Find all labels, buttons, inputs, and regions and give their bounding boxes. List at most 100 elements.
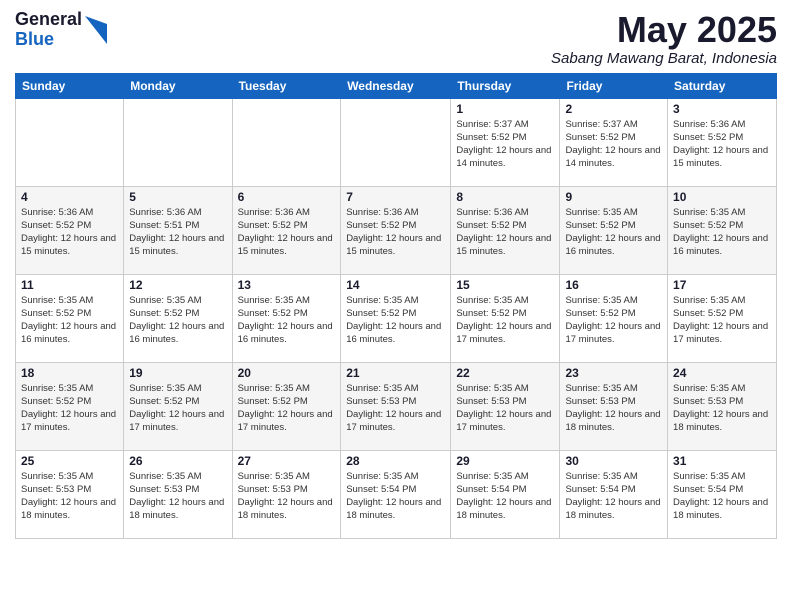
day-number: 13 xyxy=(238,278,336,292)
header-tuesday: Tuesday xyxy=(232,73,341,98)
logo-text: General Blue xyxy=(15,10,82,50)
day-info: Sunrise: 5:35 AMSunset: 5:54 PMDaylight:… xyxy=(346,471,441,522)
calendar-cell xyxy=(341,98,451,186)
day-info: Sunrise: 5:35 AMSunset: 5:52 PMDaylight:… xyxy=(565,295,660,346)
calendar-cell: 7 Sunrise: 5:36 AMSunset: 5:52 PMDayligh… xyxy=(341,186,451,274)
day-number: 7 xyxy=(346,190,445,204)
day-number: 14 xyxy=(346,278,445,292)
day-number: 12 xyxy=(129,278,226,292)
day-number: 17 xyxy=(673,278,771,292)
calendar-cell: 31 Sunrise: 5:35 AMSunset: 5:54 PMDaylig… xyxy=(668,450,777,538)
day-info: Sunrise: 5:35 AMSunset: 5:52 PMDaylight:… xyxy=(673,295,768,346)
day-info: Sunrise: 5:35 AMSunset: 5:52 PMDaylight:… xyxy=(565,207,660,258)
day-info: Sunrise: 5:35 AMSunset: 5:52 PMDaylight:… xyxy=(456,295,551,346)
day-info: Sunrise: 5:35 AMSunset: 5:53 PMDaylight:… xyxy=(238,471,333,522)
header-sunday: Sunday xyxy=(16,73,124,98)
calendar-cell: 27 Sunrise: 5:35 AMSunset: 5:53 PMDaylig… xyxy=(232,450,341,538)
calendar-cell: 29 Sunrise: 5:35 AMSunset: 5:54 PMDaylig… xyxy=(451,450,560,538)
day-number: 5 xyxy=(129,190,226,204)
header-saturday: Saturday xyxy=(668,73,777,98)
day-number: 2 xyxy=(565,102,662,116)
day-number: 18 xyxy=(21,366,118,380)
day-number: 24 xyxy=(673,366,771,380)
day-number: 4 xyxy=(21,190,118,204)
header-monday: Monday xyxy=(124,73,232,98)
calendar-cell xyxy=(232,98,341,186)
calendar-cell xyxy=(124,98,232,186)
day-number: 28 xyxy=(346,454,445,468)
day-info: Sunrise: 5:36 AMSunset: 5:51 PMDaylight:… xyxy=(129,207,224,258)
calendar-week-4: 18 Sunrise: 5:35 AMSunset: 5:52 PMDaylig… xyxy=(16,362,777,450)
day-number: 30 xyxy=(565,454,662,468)
day-info: Sunrise: 5:35 AMSunset: 5:53 PMDaylight:… xyxy=(21,471,116,522)
calendar-cell: 6 Sunrise: 5:36 AMSunset: 5:52 PMDayligh… xyxy=(232,186,341,274)
day-info: Sunrise: 5:35 AMSunset: 5:52 PMDaylight:… xyxy=(346,295,441,346)
day-info: Sunrise: 5:35 AMSunset: 5:52 PMDaylight:… xyxy=(673,207,768,258)
calendar-week-3: 11 Sunrise: 5:35 AMSunset: 5:52 PMDaylig… xyxy=(16,274,777,362)
calendar-cell: 21 Sunrise: 5:35 AMSunset: 5:53 PMDaylig… xyxy=(341,362,451,450)
day-info: Sunrise: 5:35 AMSunset: 5:52 PMDaylight:… xyxy=(21,383,116,434)
calendar-cell: 15 Sunrise: 5:35 AMSunset: 5:52 PMDaylig… xyxy=(451,274,560,362)
calendar-cell: 20 Sunrise: 5:35 AMSunset: 5:52 PMDaylig… xyxy=(232,362,341,450)
day-info: Sunrise: 5:36 AMSunset: 5:52 PMDaylight:… xyxy=(21,207,116,258)
calendar-cell: 8 Sunrise: 5:36 AMSunset: 5:52 PMDayligh… xyxy=(451,186,560,274)
day-info: Sunrise: 5:37 AMSunset: 5:52 PMDaylight:… xyxy=(456,119,551,170)
header-wednesday: Wednesday xyxy=(341,73,451,98)
calendar-week-5: 25 Sunrise: 5:35 AMSunset: 5:53 PMDaylig… xyxy=(16,450,777,538)
day-number: 21 xyxy=(346,366,445,380)
calendar-table: Sunday Monday Tuesday Wednesday Thursday… xyxy=(15,73,777,539)
day-number: 26 xyxy=(129,454,226,468)
calendar-cell: 19 Sunrise: 5:35 AMSunset: 5:52 PMDaylig… xyxy=(124,362,232,450)
day-info: Sunrise: 5:36 AMSunset: 5:52 PMDaylight:… xyxy=(673,119,768,170)
day-info: Sunrise: 5:35 AMSunset: 5:52 PMDaylight:… xyxy=(238,295,333,346)
calendar-cell: 16 Sunrise: 5:35 AMSunset: 5:52 PMDaylig… xyxy=(560,274,668,362)
day-info: Sunrise: 5:36 AMSunset: 5:52 PMDaylight:… xyxy=(238,207,333,258)
day-info: Sunrise: 5:35 AMSunset: 5:53 PMDaylight:… xyxy=(346,383,441,434)
day-number: 23 xyxy=(565,366,662,380)
day-number: 1 xyxy=(456,102,554,116)
day-number: 6 xyxy=(238,190,336,204)
day-number: 10 xyxy=(673,190,771,204)
day-info: Sunrise: 5:35 AMSunset: 5:54 PMDaylight:… xyxy=(673,471,768,522)
day-number: 29 xyxy=(456,454,554,468)
day-number: 9 xyxy=(565,190,662,204)
calendar-cell: 17 Sunrise: 5:35 AMSunset: 5:52 PMDaylig… xyxy=(668,274,777,362)
header-thursday: Thursday xyxy=(451,73,560,98)
weekday-header-row: Sunday Monday Tuesday Wednesday Thursday… xyxy=(16,73,777,98)
day-number: 20 xyxy=(238,366,336,380)
calendar-cell: 1 Sunrise: 5:37 AMSunset: 5:52 PMDayligh… xyxy=(451,98,560,186)
day-number: 27 xyxy=(238,454,336,468)
day-info: Sunrise: 5:36 AMSunset: 5:52 PMDaylight:… xyxy=(456,207,551,258)
day-info: Sunrise: 5:35 AMSunset: 5:54 PMDaylight:… xyxy=(456,471,551,522)
day-info: Sunrise: 5:36 AMSunset: 5:52 PMDaylight:… xyxy=(346,207,441,258)
day-number: 8 xyxy=(456,190,554,204)
calendar-cell: 23 Sunrise: 5:35 AMSunset: 5:53 PMDaylig… xyxy=(560,362,668,450)
header-friday: Friday xyxy=(560,73,668,98)
day-number: 11 xyxy=(21,278,118,292)
calendar-cell: 2 Sunrise: 5:37 AMSunset: 5:52 PMDayligh… xyxy=(560,98,668,186)
day-number: 19 xyxy=(129,366,226,380)
calendar-cell: 3 Sunrise: 5:36 AMSunset: 5:52 PMDayligh… xyxy=(668,98,777,186)
day-number: 25 xyxy=(21,454,118,468)
day-info: Sunrise: 5:35 AMSunset: 5:53 PMDaylight:… xyxy=(129,471,224,522)
calendar-cell: 18 Sunrise: 5:35 AMSunset: 5:52 PMDaylig… xyxy=(16,362,124,450)
day-info: Sunrise: 5:35 AMSunset: 5:53 PMDaylight:… xyxy=(565,383,660,434)
calendar-cell: 26 Sunrise: 5:35 AMSunset: 5:53 PMDaylig… xyxy=(124,450,232,538)
day-info: Sunrise: 5:37 AMSunset: 5:52 PMDaylight:… xyxy=(565,119,660,170)
day-info: Sunrise: 5:35 AMSunset: 5:52 PMDaylight:… xyxy=(238,383,333,434)
day-info: Sunrise: 5:35 AMSunset: 5:54 PMDaylight:… xyxy=(565,471,660,522)
header: General Blue May 2025 Sabang Mawang Bara… xyxy=(15,10,777,67)
calendar-cell: 28 Sunrise: 5:35 AMSunset: 5:54 PMDaylig… xyxy=(341,450,451,538)
calendar-cell: 9 Sunrise: 5:35 AMSunset: 5:52 PMDayligh… xyxy=(560,186,668,274)
logo: General Blue xyxy=(15,10,107,50)
calendar-cell: 12 Sunrise: 5:35 AMSunset: 5:52 PMDaylig… xyxy=(124,274,232,362)
location: Sabang Mawang Barat, Indonesia xyxy=(551,50,777,67)
calendar-cell: 11 Sunrise: 5:35 AMSunset: 5:52 PMDaylig… xyxy=(16,274,124,362)
day-info: Sunrise: 5:35 AMSunset: 5:52 PMDaylight:… xyxy=(129,295,224,346)
title-section: May 2025 Sabang Mawang Barat, Indonesia xyxy=(551,10,777,67)
calendar-cell: 24 Sunrise: 5:35 AMSunset: 5:53 PMDaylig… xyxy=(668,362,777,450)
logo-blue: Blue xyxy=(15,30,82,50)
calendar-cell: 5 Sunrise: 5:36 AMSunset: 5:51 PMDayligh… xyxy=(124,186,232,274)
day-number: 31 xyxy=(673,454,771,468)
calendar-week-2: 4 Sunrise: 5:36 AMSunset: 5:52 PMDayligh… xyxy=(16,186,777,274)
